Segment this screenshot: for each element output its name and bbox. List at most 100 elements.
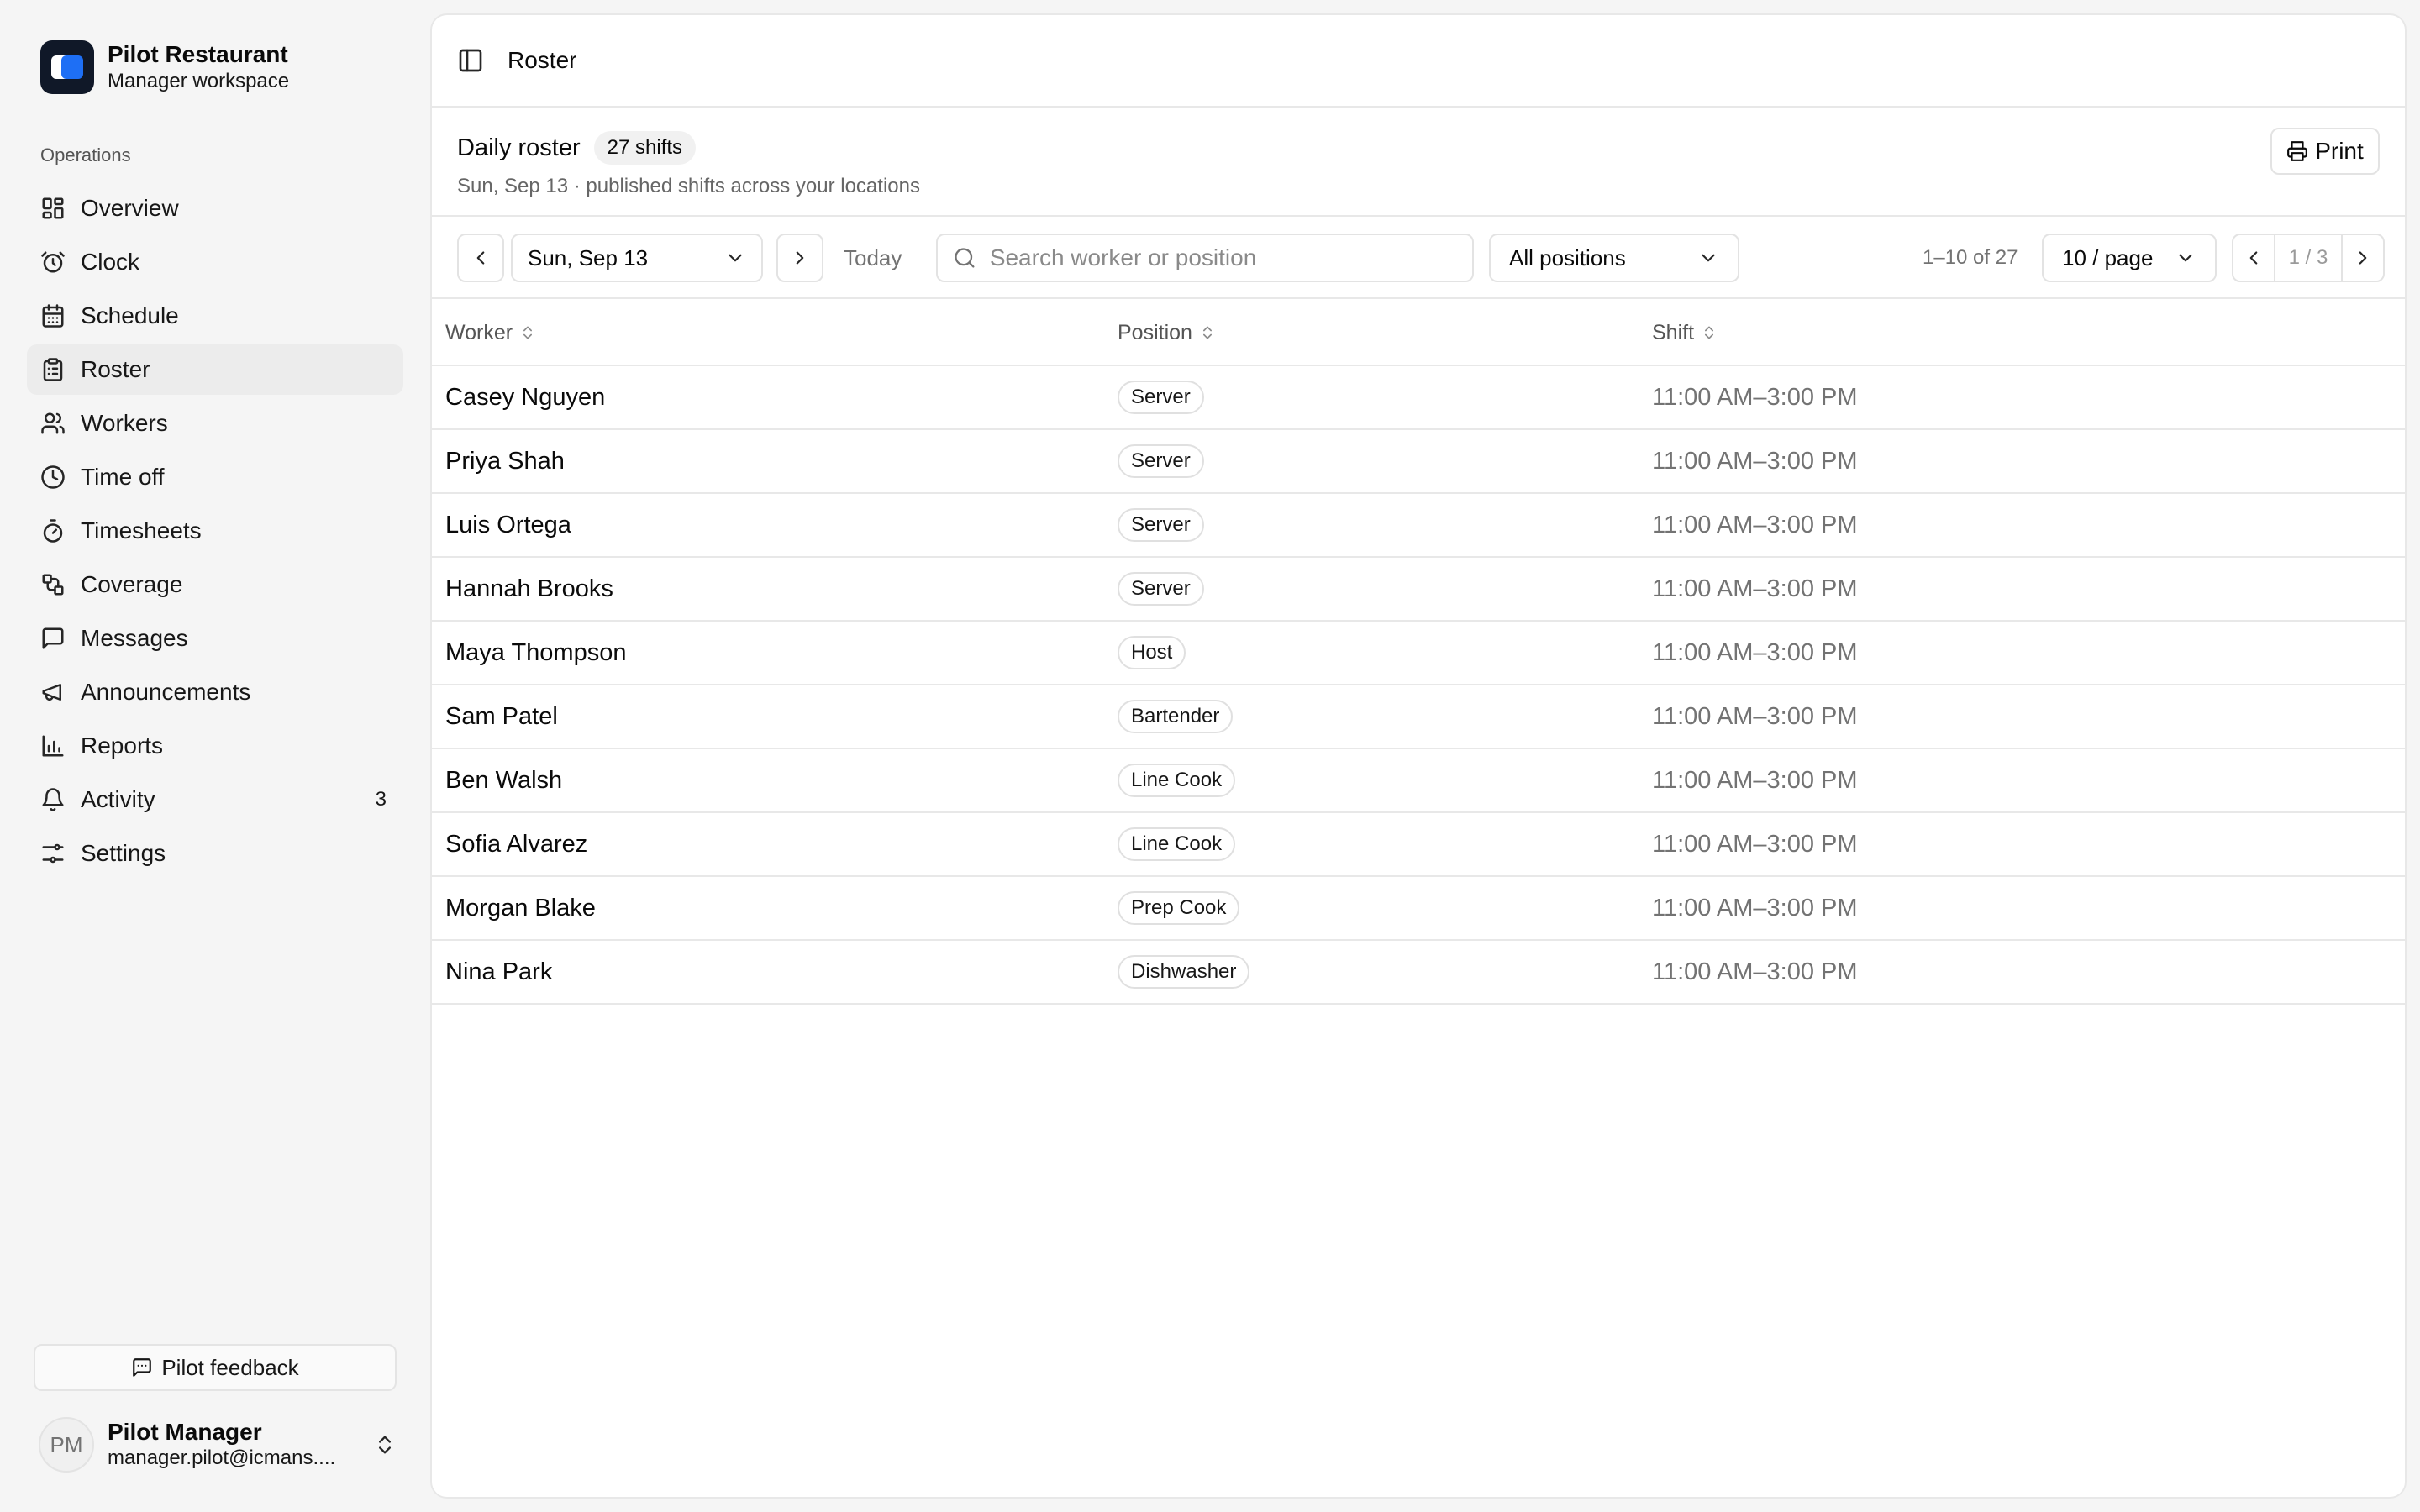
sidebar-item-overview[interactable]: Overview: [27, 183, 403, 234]
roster-table-body: Casey Nguyen Server 11:00 AM–3:00 PM Pri…: [432, 366, 2405, 1005]
sidebar-item-roster[interactable]: Roster: [27, 344, 403, 395]
table-row[interactable]: Sofia Alvarez Line Cook 11:00 AM–3:00 PM: [432, 813, 2405, 877]
activity-count-badge: 3: [375, 788, 387, 811]
topbar: Roster: [432, 15, 2405, 108]
brand-text: Pilot Restaurant Manager workspace: [108, 40, 289, 94]
next-page-button[interactable]: [2340, 235, 2383, 281]
sidebar-item-label: Roster: [81, 356, 150, 382]
table-row[interactable]: Maya Thompson Host 11:00 AM–3:00 PM: [432, 622, 2405, 685]
position-cell: Line Cook: [1118, 813, 1236, 875]
position-filter-select[interactable]: All positions: [1489, 234, 1739, 282]
position-cell: Dishwasher: [1118, 941, 1250, 1003]
position-badge: Server: [1118, 508, 1204, 542]
table-header: Worker Position Shift: [432, 299, 2405, 366]
date-picker[interactable]: Sun, Sep 13: [511, 234, 763, 282]
position-badge: Prep Cook: [1118, 891, 1240, 925]
pagination-range: 1–10 of 27: [1923, 246, 2018, 269]
today-button[interactable]: Today: [844, 234, 902, 282]
position-cell: Server: [1118, 366, 1204, 428]
worker-name: Nina Park: [445, 958, 553, 985]
previous-page-button[interactable]: [2233, 235, 2275, 281]
roster-subtitle: Sun, Sep 13 · published shifts across yo…: [457, 175, 920, 197]
pilot-feedback-button[interactable]: Pilot feedback: [34, 1344, 397, 1391]
message-square-more-icon: [131, 1357, 153, 1378]
clipboard-list-icon: [40, 357, 66, 382]
search-field[interactable]: [936, 234, 1474, 282]
sidebar-item-settings[interactable]: Settings: [27, 828, 403, 879]
worker-name: Priya Shah: [445, 447, 565, 475]
chevrons-up-down-icon: [373, 1433, 397, 1457]
sidebar-item-label: Overview: [81, 195, 179, 221]
chevron-down-icon: [2175, 247, 2196, 269]
alarm-clock-icon: [40, 249, 66, 275]
workspace-switcher[interactable]: Pilot Restaurant Manager workspace: [40, 40, 289, 94]
table-row[interactable]: Nina Park Dishwasher 11:00 AM–3:00 PM: [432, 941, 2405, 1005]
worker-name: Casey Nguyen: [445, 383, 606, 411]
page-title: Roster: [508, 47, 577, 73]
shift-time: 11:00 AM–3:00 PM: [1652, 702, 1858, 730]
table-row[interactable]: Casey Nguyen Server 11:00 AM–3:00 PM: [432, 366, 2405, 430]
table-row[interactable]: Sam Patel Bartender 11:00 AM–3:00 PM: [432, 685, 2405, 749]
roster-heading: Daily roster: [457, 134, 581, 161]
git-compare-icon: [40, 572, 66, 597]
shift-time: 11:00 AM–3:00 PM: [1652, 830, 1858, 858]
table-row[interactable]: Ben Walsh Line Cook 11:00 AM–3:00 PM: [432, 749, 2405, 813]
sidebar-item-label: Messages: [81, 625, 188, 651]
sidebar-item-timesheets[interactable]: Timesheets: [27, 506, 403, 556]
position-cell: Server: [1118, 494, 1204, 556]
shift-time: 11:00 AM–3:00 PM: [1652, 575, 1858, 602]
user-info: Pilot Manager manager.pilot@icmans....: [108, 1419, 351, 1471]
layout-dashboard-icon: [40, 196, 66, 221]
sidebar-item-workers[interactable]: Workers: [27, 398, 403, 449]
table-row[interactable]: Luis Ortega Server 11:00 AM–3:00 PM: [432, 494, 2405, 558]
brand-logo: [40, 40, 94, 94]
chevron-down-icon: [724, 247, 746, 269]
nav-group-label: Operations: [40, 144, 131, 165]
next-day-button[interactable]: [776, 234, 823, 282]
sidebar-item-coverage[interactable]: Coverage: [27, 559, 403, 610]
column-header-worker[interactable]: Worker: [445, 299, 536, 366]
position-badge: Server: [1118, 572, 1204, 606]
brand-subtitle: Manager workspace: [108, 70, 290, 92]
sidebar-item-announcements[interactable]: Announcements: [27, 667, 403, 717]
roster-title-row: Daily roster 27 shifts: [457, 131, 697, 165]
page-size-value: 10 / page: [2062, 244, 2154, 270]
sidebar-item-label: Timesheets: [81, 517, 202, 543]
clock-icon: [40, 465, 66, 490]
sidebar: Pilot Restaurant Manager workspace Opera…: [0, 0, 430, 1512]
sidebar-item-clock[interactable]: Clock: [27, 237, 403, 287]
sidebar-item-reports[interactable]: Reports: [27, 721, 403, 771]
user-email: manager.pilot@icmans....: [108, 1446, 336, 1469]
column-header-position[interactable]: Position: [1118, 299, 1216, 366]
user-menu[interactable]: PM Pilot Manager manager.pilot@icmans...…: [39, 1416, 397, 1473]
column-header-shift[interactable]: Shift: [1652, 299, 1718, 366]
previous-day-button[interactable]: [457, 234, 504, 282]
sidebar-item-time-off[interactable]: Time off: [27, 452, 403, 502]
table-row[interactable]: Priya Shah Server 11:00 AM–3:00 PM: [432, 430, 2405, 494]
worker-name: Ben Walsh: [445, 766, 563, 794]
sidebar-item-label: Settings: [81, 840, 166, 866]
search-input[interactable]: [989, 244, 1457, 271]
page-size-select[interactable]: 10 / page: [2042, 234, 2217, 282]
page-indicator: 1 / 3: [2288, 246, 2328, 269]
table-row[interactable]: Morgan Blake Prep Cook 11:00 AM–3:00 PM: [432, 877, 2405, 941]
shift-time: 11:00 AM–3:00 PM: [1652, 511, 1858, 538]
roster-toolbar: Sun, Sep 13 Today All positions 1–10 of …: [432, 217, 2405, 299]
column-label: Shift: [1652, 320, 1695, 344]
shift-time: 11:00 AM–3:00 PM: [1652, 447, 1858, 475]
print-button[interactable]: Print: [2270, 128, 2380, 175]
printer-icon: [2286, 140, 2308, 162]
sidebar-item-messages[interactable]: Messages: [27, 613, 403, 664]
table-row[interactable]: Hannah Brooks Server 11:00 AM–3:00 PM: [432, 558, 2405, 622]
calendar-icon: [40, 303, 66, 328]
sort-icon: [519, 324, 536, 341]
sidebar-toggle-icon[interactable]: [457, 47, 484, 74]
position-badge: Server: [1118, 444, 1204, 478]
chevron-right-icon: [2352, 247, 2374, 269]
chevron-left-icon: [470, 247, 492, 269]
sidebar-item-schedule[interactable]: Schedule: [27, 291, 403, 341]
sidebar-item-activity[interactable]: Activity 3: [27, 774, 403, 825]
brand-name: Pilot Restaurant: [108, 41, 288, 67]
position-badge: Bartender: [1118, 700, 1234, 733]
pagination: 1 / 3: [2232, 234, 2385, 282]
